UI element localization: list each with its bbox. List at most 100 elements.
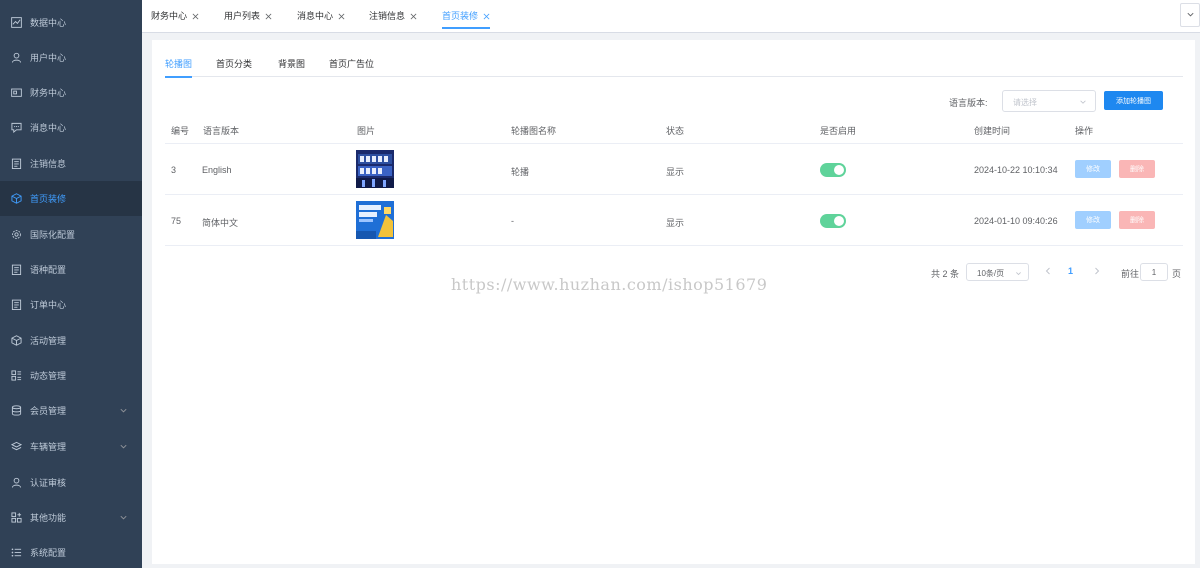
tag-cancellation-info[interactable]: 注销信息 bbox=[369, 0, 417, 31]
language-select[interactable]: 请选择 bbox=[1002, 90, 1096, 112]
chevron-down-icon bbox=[119, 513, 128, 522]
sidebar-item-label: 数据中心 bbox=[30, 18, 67, 28]
sidebar-item-label: 注销信息 bbox=[30, 159, 67, 169]
enable-switch[interactable] bbox=[820, 214, 846, 228]
row-id: 75 bbox=[171, 216, 182, 226]
tab-homepage-category[interactable]: 首页分类 bbox=[216, 51, 252, 77]
sidebar-item-certification-review[interactable]: 认证审核 bbox=[0, 465, 142, 500]
sidebar-item-finance-center[interactable]: 财务中心 bbox=[0, 75, 142, 110]
sidebar-item-label: 消息中心 bbox=[30, 123, 67, 133]
column-header-image: 图片 bbox=[357, 126, 376, 136]
table-row: 3 English 轮播 显示 2024-10-22 10:10:34 修改 删… bbox=[165, 144, 1183, 195]
user-icon bbox=[10, 477, 22, 489]
wallet-icon bbox=[10, 87, 22, 99]
edit-button[interactable]: 修改 bbox=[1075, 160, 1111, 178]
tag-label: 消息中心 bbox=[297, 11, 334, 21]
sidebar-item-label: 活动管理 bbox=[30, 336, 67, 346]
sidebar-item-order-center[interactable]: 订单中心 bbox=[0, 287, 142, 322]
delete-button[interactable]: 删除 bbox=[1119, 211, 1155, 229]
sidebar-item-member-management[interactable]: 会员管理 bbox=[0, 393, 142, 428]
sidebar-item-message-center[interactable]: 消息中心 bbox=[0, 110, 142, 145]
page-number[interactable]: 1 bbox=[1068, 266, 1073, 276]
clipboard-icon bbox=[10, 264, 22, 276]
tag-homepage-decoration[interactable]: 首页装修 bbox=[442, 0, 491, 31]
list-icon bbox=[10, 547, 22, 559]
box-icon bbox=[10, 335, 22, 347]
goto-page-input[interactable] bbox=[1140, 263, 1168, 281]
sidebar-item-label: 首页装修 bbox=[30, 194, 67, 204]
tab-homepage-ad-slot[interactable]: 首页广告位 bbox=[329, 51, 374, 77]
column-header-actions: 操作 bbox=[1075, 126, 1094, 136]
tags-view-bar: 财务中心 用户列表 消息中心 注销信息 首页装修 bbox=[142, 0, 1200, 33]
row-created: 2024-10-22 10:10:34 bbox=[974, 165, 1058, 175]
edit-button[interactable]: 修改 bbox=[1075, 211, 1111, 229]
tag-message-center[interactable]: 消息中心 bbox=[297, 0, 345, 31]
box-icon bbox=[10, 193, 22, 205]
watermark-text: https://www.huzhan.com/ishop51679 bbox=[451, 275, 768, 294]
sidebar-item-label: 认证审核 bbox=[30, 478, 67, 488]
tag-finance-center[interactable]: 财务中心 bbox=[151, 0, 199, 31]
carousel-thumbnail[interactable] bbox=[356, 201, 394, 239]
sidebar-item-cancellation-info[interactable]: 注销信息 bbox=[0, 146, 142, 181]
sidebar-item-other-functions[interactable]: 其他功能 bbox=[0, 500, 142, 535]
sidebar-item-label: 订单中心 bbox=[30, 300, 67, 310]
language-filter-label: 语言版本: bbox=[949, 98, 988, 108]
goto-unit: 页 bbox=[1172, 269, 1182, 279]
sidebar-item-user-center[interactable]: 用户中心 bbox=[0, 40, 142, 75]
main-card: 轮播图 首页分类 背景图 首页广告位 语言版本: 请选择 添加轮播图 编号 语言… bbox=[152, 40, 1195, 564]
delete-button[interactable]: 删除 bbox=[1119, 160, 1155, 178]
select-placeholder: 请选择 bbox=[1013, 98, 1037, 107]
tag-label: 财务中心 bbox=[151, 11, 188, 21]
page-size-value: 10条/页 bbox=[977, 269, 1005, 278]
sidebar-item-system-config[interactable]: 系统配置 bbox=[0, 535, 142, 568]
carousel-thumbnail[interactable] bbox=[356, 150, 394, 188]
clipboard-icon bbox=[10, 299, 22, 311]
close-icon[interactable] bbox=[410, 12, 417, 20]
chevron-down-icon bbox=[119, 406, 128, 415]
chevron-down-icon bbox=[119, 442, 128, 451]
add-carousel-button[interactable]: 添加轮播图 bbox=[1104, 91, 1163, 110]
page-size-select[interactable]: 10条/页 bbox=[966, 263, 1029, 281]
row-language: English bbox=[202, 165, 232, 175]
column-header-enabled: 是否启用 bbox=[820, 126, 857, 136]
row-name: - bbox=[511, 216, 514, 226]
message-icon bbox=[10, 122, 22, 134]
sidebar-item-language-config[interactable]: 语种配置 bbox=[0, 252, 142, 287]
sidebar-item-label: 动态管理 bbox=[30, 371, 67, 381]
close-icon[interactable] bbox=[192, 12, 199, 20]
row-language: 简体中文 bbox=[202, 218, 239, 228]
sidebar-item-homepage-decoration[interactable]: 首页装修 bbox=[0, 181, 142, 216]
chevron-left-icon[interactable] bbox=[1043, 266, 1053, 276]
row-created: 2024-01-10 09:40:26 bbox=[974, 216, 1058, 226]
column-header-status: 状态 bbox=[666, 126, 685, 136]
column-header-name: 轮播图名称 bbox=[511, 126, 557, 136]
enable-switch[interactable] bbox=[820, 163, 846, 177]
sidebar-item-vehicle-management[interactable]: 车辆管理 bbox=[0, 429, 142, 464]
sidebar-item-activity-management[interactable]: 活动管理 bbox=[0, 323, 142, 358]
tab-background-image[interactable]: 背景图 bbox=[278, 51, 305, 77]
tag-user-list[interactable]: 用户列表 bbox=[224, 0, 272, 31]
chart-line-icon bbox=[10, 17, 22, 29]
tags-menu-button[interactable] bbox=[1180, 3, 1200, 27]
sidebar-item-label: 语种配置 bbox=[30, 265, 67, 275]
chevron-down-icon bbox=[1186, 10, 1195, 21]
chevron-right-icon[interactable] bbox=[1092, 266, 1102, 276]
sidebar-item-label: 国际化配置 bbox=[30, 230, 76, 240]
close-icon[interactable] bbox=[265, 12, 272, 20]
tag-label: 注销信息 bbox=[369, 11, 406, 21]
content-tabs: 轮播图 首页分类 背景图 首页广告位 bbox=[165, 51, 1183, 78]
sidebar-item-data-center[interactable]: 数据中心 bbox=[0, 5, 142, 40]
goto-label: 前往 bbox=[1121, 269, 1140, 279]
column-header-created: 创建时间 bbox=[974, 126, 1011, 136]
tab-carousel[interactable]: 轮播图 bbox=[165, 51, 193, 78]
sidebar-item-feed-management[interactable]: 动态管理 bbox=[0, 358, 142, 393]
close-icon[interactable] bbox=[338, 12, 345, 20]
sidebar-item-label: 其他功能 bbox=[30, 513, 67, 523]
sidebar-item-i18n-config[interactable]: 国际化配置 bbox=[0, 217, 142, 252]
close-icon[interactable] bbox=[483, 12, 490, 20]
user-icon bbox=[10, 52, 22, 64]
gear-icon bbox=[10, 229, 22, 241]
column-header-language: 语言版本 bbox=[203, 126, 240, 136]
pagination-total: 共 2 条 bbox=[931, 269, 960, 279]
sidebar: 数据中心 用户中心 财务中心 消息中心 注销信息 首页装修 国际化配置 语种配置… bbox=[0, 0, 142, 568]
